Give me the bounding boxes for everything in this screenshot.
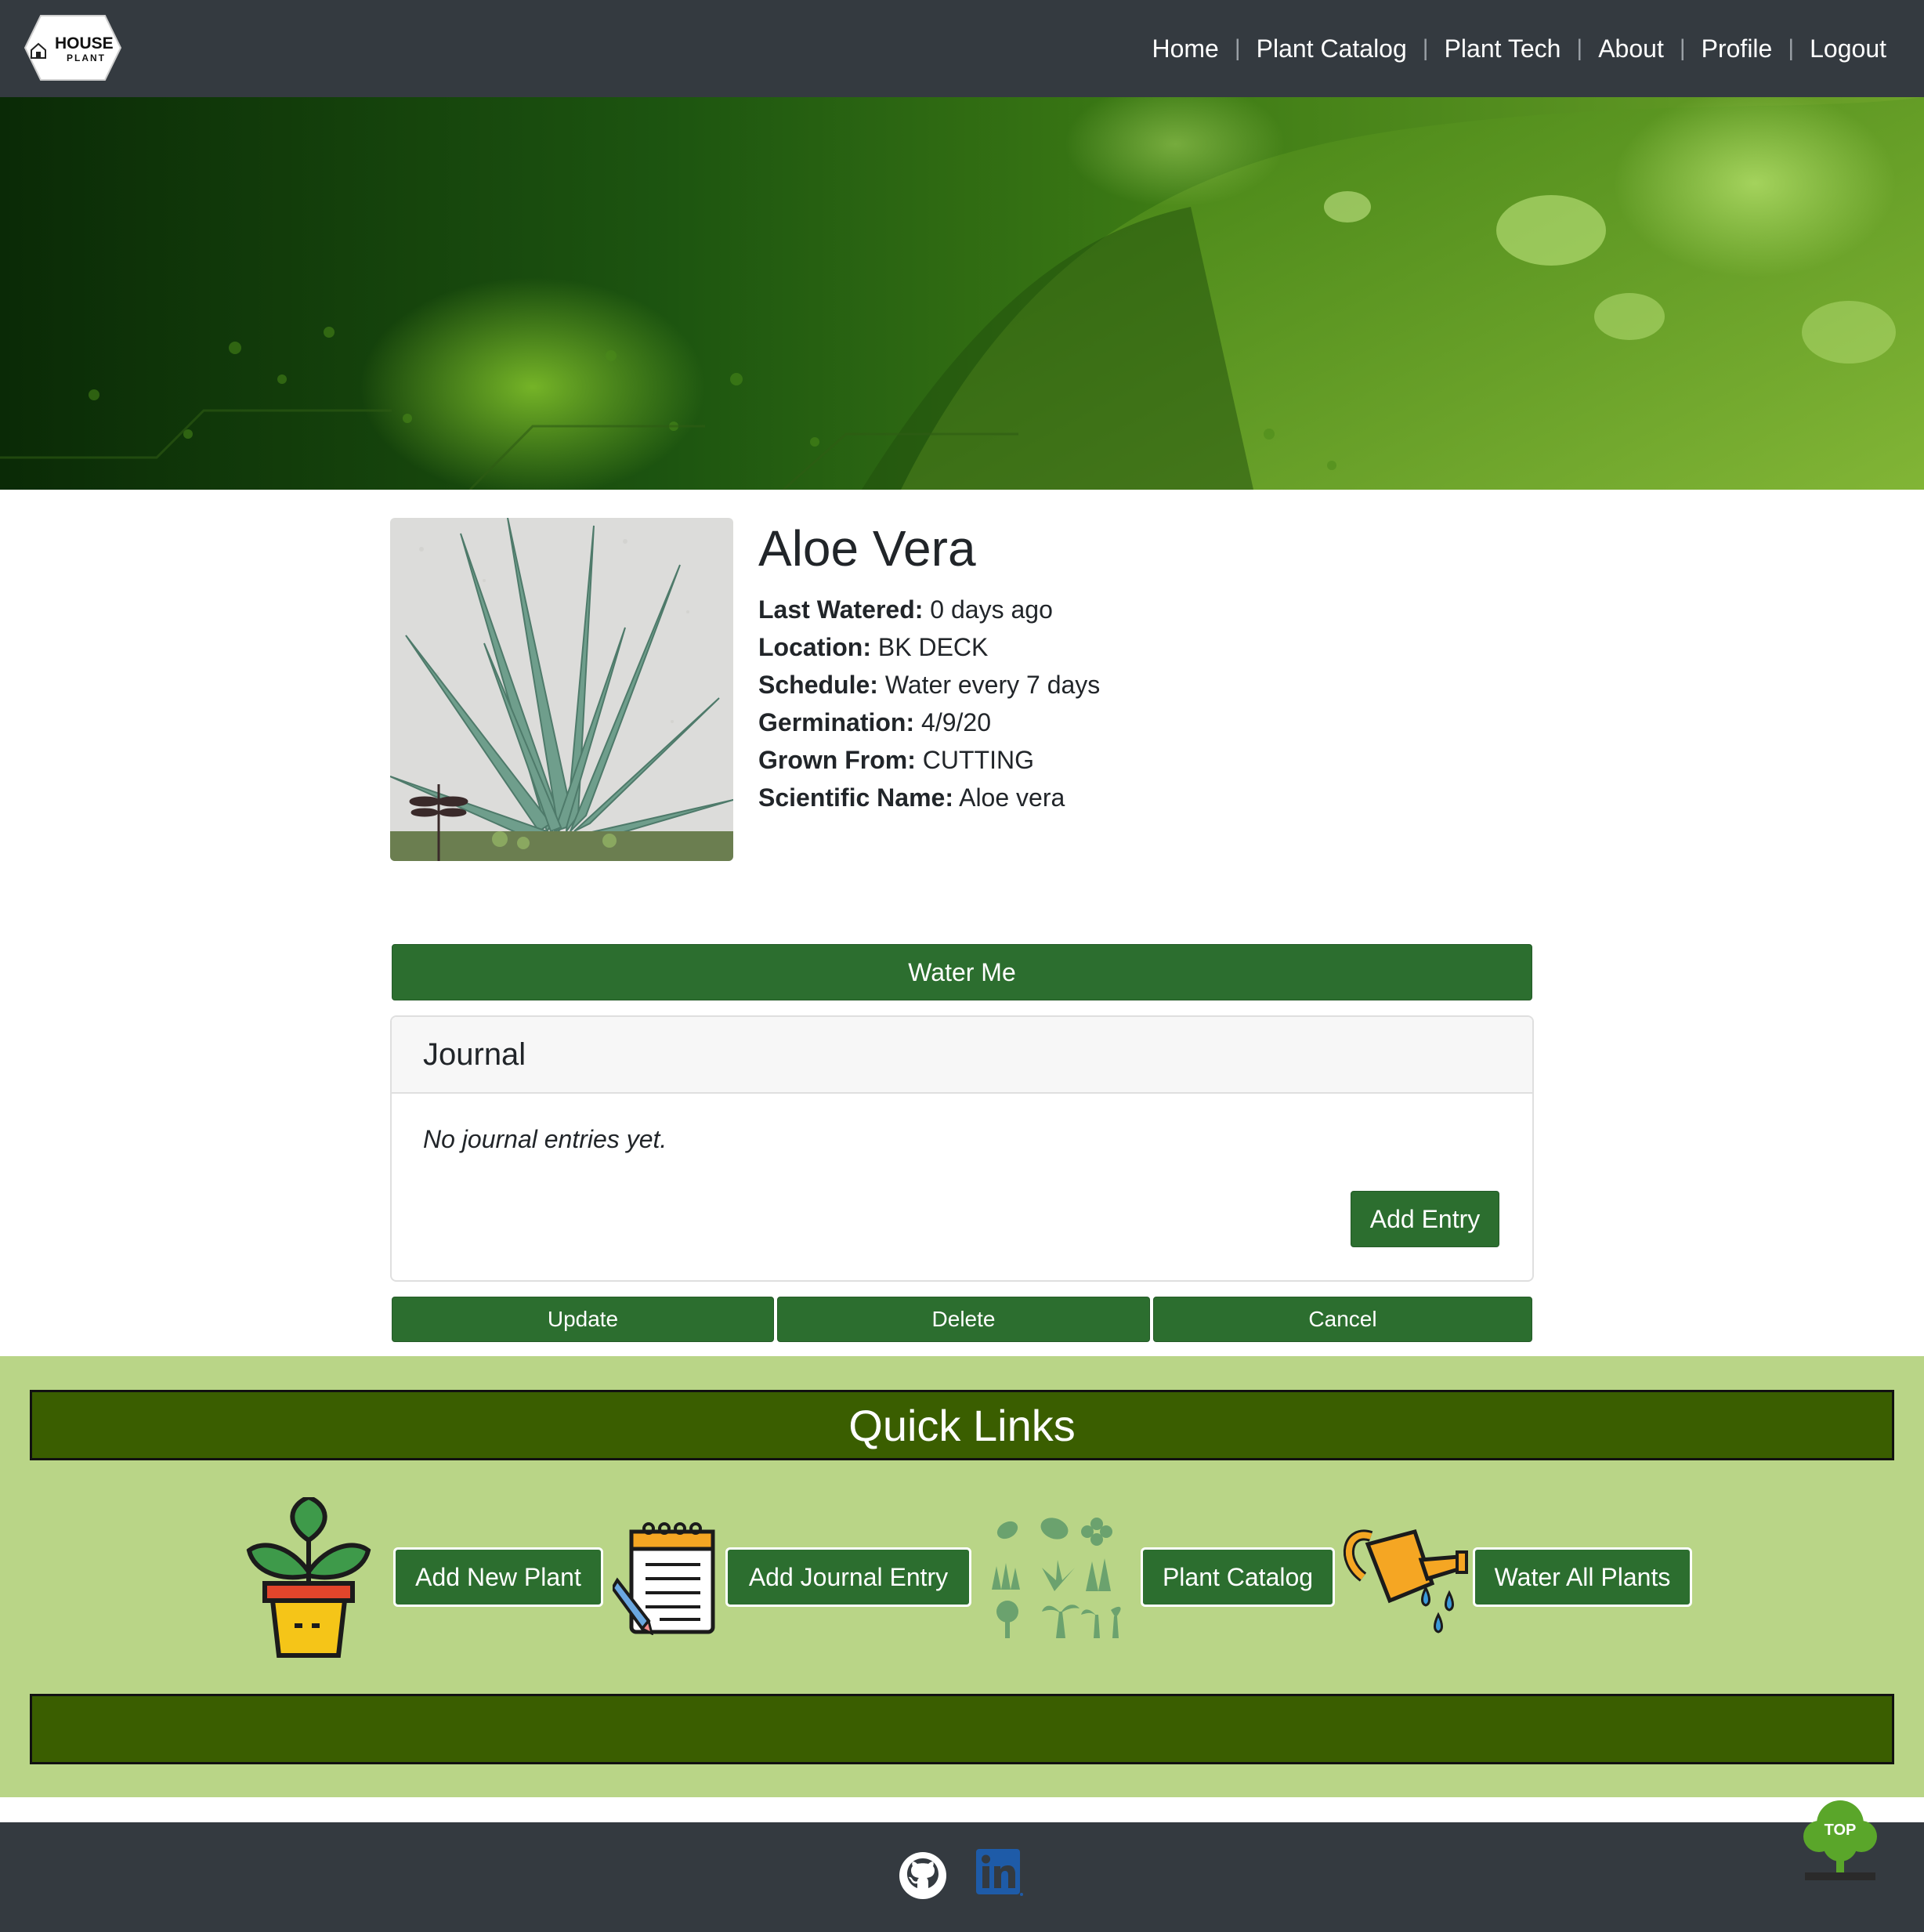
notepad-pencil-icon [613, 1522, 715, 1635]
nav-plant-catalog[interactable]: Plant Catalog [1257, 34, 1407, 63]
journal-empty-text: No journal entries yet. [423, 1125, 667, 1153]
potted-plant-icon [246, 1497, 371, 1658]
field-label: Scientific Name: [758, 783, 953, 812]
field-label: Location: [758, 633, 871, 661]
quick-links-title: Quick Links [30, 1390, 1894, 1460]
nav-separator: | [1788, 35, 1795, 61]
location-row: Location: BK DECK [758, 628, 1542, 666]
grown-from-row: Grown From: CUTTING [758, 741, 1542, 779]
field-value: BK DECK [877, 633, 989, 661]
last-watered-row: Last Watered: 0 days ago [758, 591, 1542, 628]
schedule-row: Schedule: Water every 7 days [758, 666, 1542, 704]
github-icon[interactable] [898, 1851, 948, 1901]
field-label: Germination: [758, 708, 915, 736]
plant-catalog-button[interactable]: Plant Catalog [1141, 1547, 1335, 1607]
svg-text:TOP: TOP [1825, 1822, 1857, 1839]
plant-info: Aloe Vera Last Watered: 0 days ago Locat… [758, 517, 1542, 816]
update-button[interactable]: Update [392, 1297, 774, 1342]
navbar: HOUSE PLANT Home | Plant Catalog | Plant… [0, 0, 1924, 97]
nav-profile[interactable]: Profile [1702, 34, 1773, 63]
add-new-plant-button[interactable]: Add New Plant [393, 1547, 603, 1607]
field-value: 0 days ago [930, 595, 1053, 624]
add-entry-button[interactable]: Add Entry [1351, 1191, 1499, 1247]
field-value: CUTTING [922, 746, 1034, 774]
plant-catalog-icon [992, 1518, 1121, 1638]
field-label: Grown From: [758, 746, 916, 774]
quick-links-section: Quick Links Add New Plant Add Journal En… [0, 1356, 1924, 1797]
tree-top-icon[interactable]: TOP [1802, 1797, 1879, 1883]
svg-text:HOUSE: HOUSE [55, 34, 114, 52]
water-all-plants-button[interactable]: Water All Plants [1473, 1547, 1692, 1607]
germination-row: Germination: 4/9/20 [758, 704, 1542, 741]
plant-photo [390, 518, 733, 861]
footer [0, 1822, 1924, 1932]
journal-title: Journal [392, 1017, 1532, 1094]
water-me-button[interactable]: Water Me [392, 944, 1532, 1000]
nav-plant-tech[interactable]: Plant Tech [1445, 34, 1561, 63]
nav-home[interactable]: Home [1152, 34, 1218, 63]
svg-text:PLANT: PLANT [67, 52, 106, 63]
journal-card: Journal No journal entries yet. Add Entr… [390, 1015, 1534, 1282]
nav-about[interactable]: About [1598, 34, 1664, 63]
field-value: 4/9/20 [921, 708, 991, 736]
house-plant-logo[interactable]: HOUSE PLANT [24, 14, 122, 81]
cancel-button[interactable]: Cancel [1153, 1297, 1532, 1342]
quick-links-bottom-bar [30, 1694, 1894, 1764]
field-label: Last Watered: [758, 595, 924, 624]
hero-banner [0, 97, 1924, 490]
nav-separator: | [1576, 35, 1583, 61]
linkedin-icon[interactable] [976, 1849, 1023, 1898]
field-label: Schedule: [758, 671, 878, 699]
nav-logout[interactable]: Logout [1810, 34, 1886, 63]
field-value: Aloe vera [959, 783, 1065, 812]
nav-links: Home | Plant Catalog | Plant Tech | Abou… [1152, 0, 1886, 97]
watering-can-icon [1344, 1529, 1468, 1634]
delete-button[interactable]: Delete [777, 1297, 1150, 1342]
nav-separator: | [1422, 35, 1429, 61]
field-value: Water every 7 days [884, 671, 1101, 699]
action-buttons: Update Delete Cancel [392, 1297, 1532, 1342]
add-journal-entry-button[interactable]: Add Journal Entry [725, 1547, 971, 1607]
scientific-name-row: Scientific Name: Aloe vera [758, 779, 1542, 816]
nav-separator: | [1679, 35, 1686, 61]
nav-separator: | [1234, 35, 1241, 61]
plant-name: Aloe Vera [758, 520, 976, 577]
